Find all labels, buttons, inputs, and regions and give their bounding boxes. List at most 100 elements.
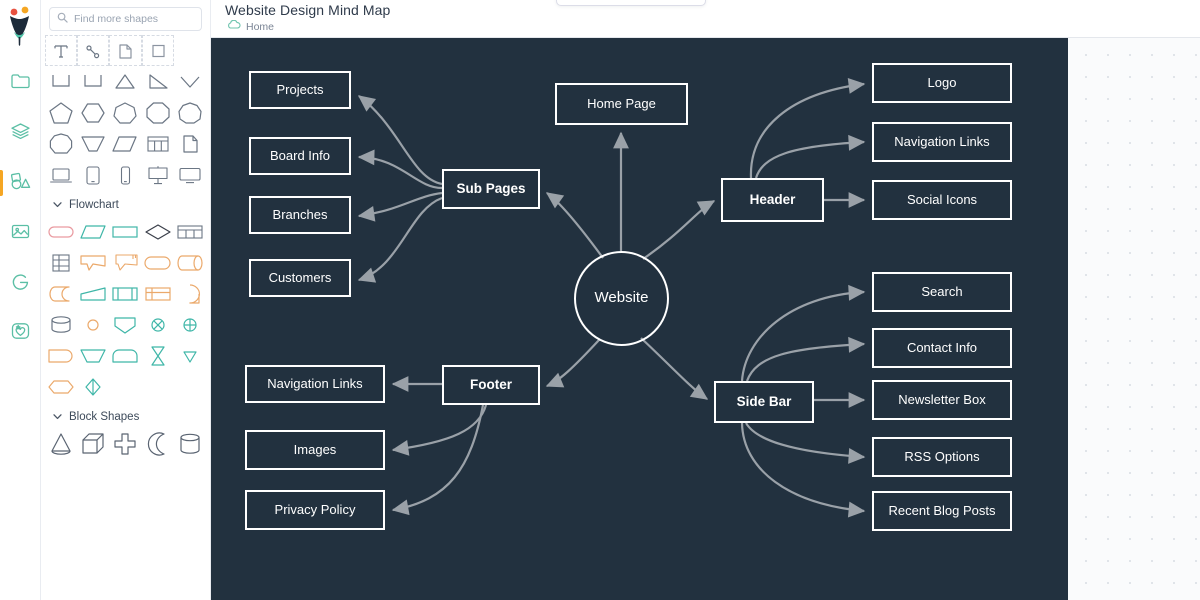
- grid-spacer: [174, 35, 206, 66]
- fc-merge-icon[interactable]: [142, 340, 174, 371]
- fc-card-icon[interactable]: [45, 340, 77, 371]
- node-side-bar[interactable]: Side Bar: [714, 381, 814, 423]
- node-privacy-policy[interactable]: Privacy Policy: [245, 490, 385, 530]
- fc-sort-icon[interactable]: [77, 371, 109, 402]
- rail-item-google[interactable]: [0, 264, 41, 302]
- fc-storeddata-icon[interactable]: [45, 278, 77, 309]
- fc-offpage-icon[interactable]: [174, 278, 206, 309]
- bs-cylinder-icon[interactable]: [174, 428, 206, 459]
- node-images[interactable]: Images: [245, 430, 385, 470]
- search-input[interactable]: [74, 13, 194, 25]
- shapes-panel: Flowchart: [41, 0, 211, 600]
- node-sub-pages[interactable]: Sub Pages: [442, 169, 540, 209]
- left-icon-rail: [0, 0, 41, 600]
- tablet-shape-icon[interactable]: [77, 159, 109, 190]
- fc-grid-icon[interactable]: [45, 247, 77, 278]
- fc-manualinput-icon[interactable]: [77, 278, 109, 309]
- mind-map-board[interactable]: Projects Board Info Branches Customers S…: [211, 38, 1068, 600]
- fc-or-icon[interactable]: [142, 309, 174, 340]
- top-bar: Website Design Mind Map Home: [211, 0, 1200, 38]
- node-search[interactable]: Search: [872, 272, 1012, 312]
- fc-collate-icon[interactable]: [174, 340, 206, 371]
- fc-preparation-icon[interactable]: [45, 371, 77, 402]
- document-shape-icon[interactable]: [174, 128, 206, 159]
- bs-cube-icon[interactable]: [77, 428, 109, 459]
- chevron-down-icon: [53, 413, 62, 422]
- node-social-icons[interactable]: Social Icons: [872, 180, 1012, 220]
- node-board-info[interactable]: Board Info: [249, 137, 351, 175]
- app-logo[interactable]: [4, 6, 36, 46]
- fc-directdata-icon[interactable]: [174, 247, 206, 278]
- line-tool-icon[interactable]: [77, 35, 110, 66]
- triangle-shape-icon[interactable]: [109, 66, 141, 97]
- bs-cross-icon[interactable]: [109, 428, 141, 459]
- rail-item-plugins[interactable]: [0, 314, 41, 352]
- node-navigation-links-header[interactable]: Navigation Links: [872, 122, 1012, 162]
- fc-delay-icon[interactable]: [142, 247, 174, 278]
- bs-cone-icon[interactable]: [45, 428, 77, 459]
- monitor-shape-icon[interactable]: [174, 159, 206, 190]
- search-box[interactable]: [49, 7, 202, 31]
- node-newsletter-box[interactable]: Newsletter Box: [872, 380, 1012, 420]
- fc-connector-icon[interactable]: [77, 309, 109, 340]
- node-customers[interactable]: Customers: [249, 259, 351, 297]
- section-header-block-shapes[interactable]: Block Shapes: [41, 402, 210, 428]
- rail-item-image[interactable]: [0, 214, 41, 252]
- trapezoid-shape-icon[interactable]: [77, 128, 109, 159]
- fc-multidoc-icon[interactable]: [109, 247, 141, 278]
- laptop-shape-icon[interactable]: [45, 159, 77, 190]
- fc-manualop-icon[interactable]: [77, 340, 109, 371]
- note-shape-icon[interactable]: [109, 35, 142, 66]
- parallelogram-shape-icon[interactable]: [109, 128, 141, 159]
- nonagon-shape-icon[interactable]: [174, 97, 206, 128]
- fc-display-icon[interactable]: [77, 247, 109, 278]
- hexagon-shape-icon[interactable]: [77, 97, 109, 128]
- fc-summing-icon[interactable]: [174, 309, 206, 340]
- square-shape-icon[interactable]: [141, 35, 174, 66]
- node-projects[interactable]: Projects: [249, 71, 351, 109]
- floating-toolbar[interactable]: [556, 0, 706, 6]
- node-recent-blog-posts[interactable]: Recent Blog Posts: [872, 491, 1012, 531]
- rail-item-folder[interactable]: [0, 64, 41, 102]
- node-website-root[interactable]: Website: [574, 251, 669, 346]
- fc-data-icon[interactable]: [77, 216, 109, 247]
- diamond-shape-icon[interactable]: [174, 66, 206, 97]
- fc-process-icon[interactable]: [109, 216, 141, 247]
- breadcrumb[interactable]: Home: [227, 19, 274, 33]
- open-rect-shape-icon[interactable]: [45, 66, 77, 97]
- node-footer[interactable]: Footer: [442, 365, 540, 405]
- shapes-icon: [9, 171, 32, 196]
- section-header-flowchart[interactable]: Flowchart: [41, 190, 210, 216]
- node-logo[interactable]: Logo: [872, 63, 1012, 103]
- fc-alt-process-icon[interactable]: [109, 340, 141, 371]
- open-rect2-shape-icon[interactable]: [77, 66, 109, 97]
- fc-decision-icon[interactable]: [142, 216, 174, 247]
- node-navigation-links-footer[interactable]: Navigation Links: [245, 365, 385, 403]
- decagon-shape-icon[interactable]: [45, 128, 77, 159]
- fc-table-icon[interactable]: [174, 216, 206, 247]
- projector-shape-icon[interactable]: [142, 159, 174, 190]
- table-shape-icon[interactable]: [142, 128, 174, 159]
- node-home-page[interactable]: Home Page: [555, 83, 688, 125]
- node-header[interactable]: Header: [721, 178, 824, 222]
- node-contact-info[interactable]: Contact Info: [872, 328, 1012, 368]
- heptagon-shape-icon[interactable]: [109, 97, 141, 128]
- node-rss-options[interactable]: RSS Options: [872, 437, 1012, 477]
- right-triangle-shape-icon[interactable]: [142, 66, 174, 97]
- flowchart-shape-grid: [41, 216, 210, 402]
- octagon-shape-icon[interactable]: [142, 97, 174, 128]
- rail-item-shapes[interactable]: [0, 164, 41, 202]
- fc-predefined-icon[interactable]: [109, 278, 141, 309]
- canvas-area[interactable]: Projects Board Info Branches Customers S…: [211, 38, 1200, 600]
- bs-crescent-icon[interactable]: [142, 428, 174, 459]
- fc-extract-icon[interactable]: [109, 309, 141, 340]
- node-branches[interactable]: Branches: [249, 196, 351, 234]
- chevron-down-icon: [53, 201, 62, 210]
- text-tool-icon[interactable]: [45, 35, 78, 66]
- fc-database-icon[interactable]: [45, 309, 77, 340]
- fc-terminator-icon[interactable]: [45, 216, 77, 247]
- phone-shape-icon[interactable]: [109, 159, 141, 190]
- rail-item-layers[interactable]: [0, 114, 41, 152]
- fc-internalstorage-icon[interactable]: [142, 278, 174, 309]
- pentagon-shape-icon[interactable]: [45, 97, 77, 128]
